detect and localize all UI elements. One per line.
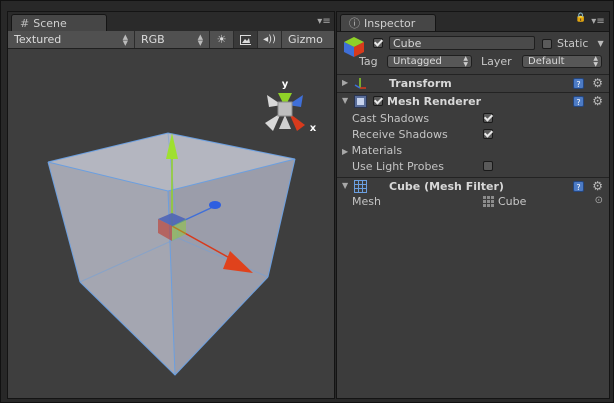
orientation-gizmo[interactable]: y x	[265, 79, 317, 134]
help-icon[interactable]: ?	[573, 96, 584, 107]
info-icon: ⓘ	[349, 17, 360, 30]
sun-icon: ☀	[216, 33, 227, 46]
center-cube-icon[interactable]	[277, 101, 293, 117]
layer-dropdown[interactable]: Default ▲ ▼	[522, 55, 602, 68]
tab-scene[interactable]: # Scene	[11, 14, 107, 31]
mesh-renderer-icon	[354, 95, 367, 108]
gizmos-label: Gizmo	[288, 33, 323, 46]
mesh-value: Cube	[498, 195, 527, 208]
transform-component-header[interactable]: ▶ Transform ? ⚙	[337, 74, 609, 92]
scene-panel: # Scene ▾≡ Textured ▲ ▼ RGB ▲ ▼ ☀ ◂)) Gi…	[7, 11, 335, 399]
neg-y-cone-icon[interactable]	[279, 115, 291, 129]
scene-viewport[interactable]: y x	[8, 49, 334, 398]
lock-icon[interactable]: 🔒	[573, 13, 589, 25]
receive-shadows-label: Receive Shadows	[352, 128, 448, 141]
inspector-tabbar: ⓘ Inspector 🔒 ▾≡	[337, 12, 609, 32]
tab-scene-label: Scene	[33, 16, 67, 30]
tab-inspector[interactable]: ⓘ Inspector	[340, 14, 436, 31]
x-axis-label: x	[310, 123, 317, 134]
gameobject-header: Cube Static ▼ Tag Untagged ▲ ▼ Layer Defa…	[337, 32, 609, 74]
inspector-body: Cube Static ▼ Tag Untagged ▲ ▼ Layer Defa…	[337, 32, 609, 398]
transform-title: Transform	[389, 77, 452, 90]
color-mode-label: RGB	[141, 33, 165, 46]
scene-tabbar: # Scene ▾≡	[8, 12, 334, 32]
z-axis-arrow-icon[interactable]	[209, 201, 221, 209]
tag-label: Tag	[359, 55, 378, 68]
object-picker-icon[interactable]: ⊙	[595, 195, 603, 206]
scene-render: y x	[47, 79, 317, 376]
image-icon	[240, 34, 251, 45]
light-probes-label: Use Light Probes	[352, 160, 444, 173]
help-icon[interactable]: ?	[573, 78, 584, 89]
cube-left-face[interactable]	[48, 162, 175, 375]
panel-menu-icon[interactable]: ▾≡	[590, 16, 606, 28]
dropdown-arrows-icon: ▲ ▼	[593, 55, 598, 68]
scene-toolbar: Textured ▲ ▼ RGB ▲ ▼ ☀ ◂)) Gizmo	[8, 31, 334, 49]
tag-value: Untagged	[393, 56, 442, 67]
layer-label: Layer	[481, 55, 512, 68]
panel-menu-icon[interactable]: ▾≡	[316, 16, 332, 28]
static-toggle[interactable]: Static ▼	[542, 37, 604, 50]
speaker-icon: ◂))	[263, 34, 276, 45]
static-checkbox[interactable]	[542, 38, 552, 49]
gear-icon[interactable]: ⚙	[592, 76, 603, 90]
light-probes-checkbox[interactable]	[483, 161, 493, 171]
materials-foldout[interactable]: ▶ Materials	[342, 144, 402, 157]
cast-shadows-checkbox[interactable]	[483, 113, 493, 123]
mesh-renderer-title: Mesh Renderer	[387, 95, 482, 108]
gear-icon[interactable]: ⚙	[592, 94, 603, 108]
render-mode-label: Textured	[14, 33, 62, 46]
mesh-filter-component-header[interactable]: ▼ Cube (Mesh Filter) ? ⚙	[337, 177, 609, 195]
gameobject-active-checkbox[interactable]	[373, 38, 383, 48]
static-label: Static	[557, 37, 589, 50]
mesh-renderer-component-header[interactable]: ▼ Mesh Renderer ? ⚙	[337, 92, 609, 110]
chevron-down-icon[interactable]: ▼	[597, 39, 603, 48]
dropdown-arrows-icon: ▲ ▼	[463, 55, 468, 68]
materials-label: Materials	[351, 144, 403, 157]
mesh-grid-icon	[483, 196, 494, 207]
foldout-expanded-icon[interactable]: ▼	[342, 181, 348, 190]
foldout-collapsed-icon[interactable]: ▶	[342, 147, 348, 156]
transform-axes-icon	[354, 78, 366, 89]
scene-fx-toggle[interactable]	[234, 31, 258, 48]
foldout-expanded-icon[interactable]: ▼	[342, 96, 348, 105]
cast-shadows-label: Cast Shadows	[352, 112, 430, 125]
mesh-filter-title: Cube (Mesh Filter)	[389, 180, 504, 193]
mesh-object-field[interactable]: Cube	[483, 195, 526, 208]
y-axis-label: y	[282, 79, 289, 90]
gizmos-dropdown[interactable]: Gizmo	[282, 31, 329, 48]
tab-inspector-label: Inspector	[364, 16, 416, 30]
dropdown-arrows-icon: ▲ ▼	[197, 32, 203, 47]
mesh-label: Mesh	[352, 195, 381, 208]
render-mode-dropdown[interactable]: Textured ▲ ▼	[8, 31, 135, 48]
gameobject-name-field[interactable]: Cube	[389, 36, 535, 50]
tag-dropdown[interactable]: Untagged ▲ ▼	[387, 55, 472, 68]
scene-lighting-toggle[interactable]: ☀	[210, 31, 234, 48]
color-mode-dropdown[interactable]: RGB ▲ ▼	[135, 31, 210, 48]
mesh-filter-icon	[354, 180, 367, 193]
gear-icon[interactable]: ⚙	[592, 179, 603, 193]
mesh-renderer-enabled-checkbox[interactable]	[373, 96, 383, 106]
scene-grid-icon: #	[20, 16, 30, 30]
help-icon[interactable]: ?	[573, 181, 584, 192]
receive-shadows-checkbox[interactable]	[483, 129, 493, 139]
editor-window: # Scene ▾≡ Textured ▲ ▼ RGB ▲ ▼ ☀ ◂)) Gi…	[0, 0, 614, 403]
inspector-panel: ⓘ Inspector 🔒 ▾≡ Cube Static ▼ Tag Untag…	[336, 11, 610, 399]
layer-value: Default	[528, 56, 565, 67]
scene-audio-toggle[interactable]: ◂))	[258, 31, 282, 48]
foldout-collapsed-icon[interactable]: ▶	[342, 78, 348, 87]
dropdown-arrows-icon: ▲ ▼	[122, 32, 128, 47]
